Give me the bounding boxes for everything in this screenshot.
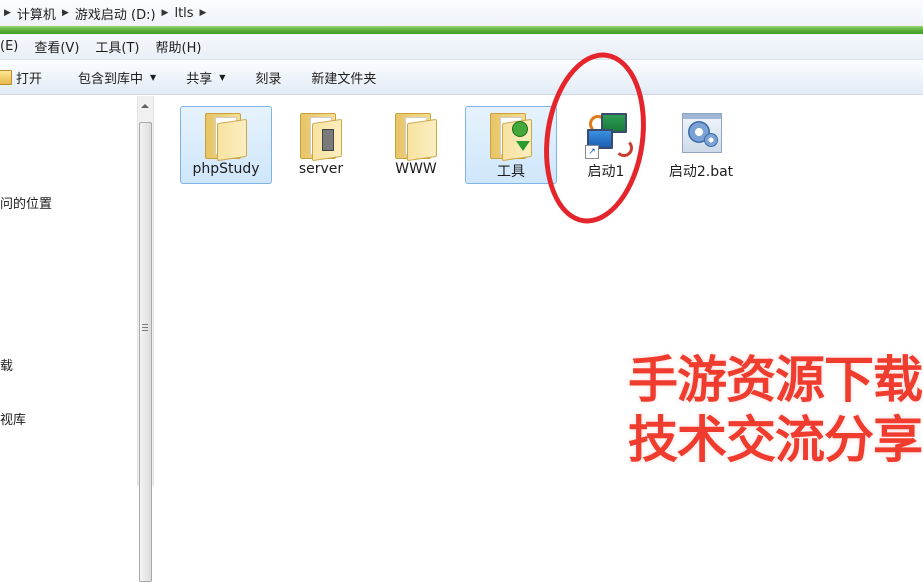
tools-folder-icon	[490, 111, 532, 162]
folder-icon	[395, 111, 437, 162]
file-label: 启动2.bat	[668, 164, 734, 180]
open-label: 打开	[16, 72, 43, 87]
menu-edit[interactable]: (E)	[0, 39, 18, 54]
menu-view[interactable]: 查看(V)	[34, 37, 79, 56]
new-folder-button[interactable]: 新建文件夹	[311, 68, 376, 87]
address-bar[interactable]: ▶ 计算机 ▶ 游戏启动 (D:) ▶ ltls ▶	[0, 0, 923, 26]
download-arrow-icon	[516, 141, 530, 151]
file-label: WWW	[395, 161, 437, 177]
watermark-line-1: 手游资源下载	[628, 351, 923, 409]
address-progress-bar	[0, 26, 923, 34]
chevron-down-icon: ▼	[150, 73, 157, 82]
new-folder-label: 新建文件夹	[311, 72, 377, 87]
command-bar: 打开 包含到库中 ▼ 共享 ▼ 刻录 新建文件夹	[0, 61, 923, 95]
menu-tools[interactable]: 工具(T)	[95, 37, 139, 56]
open-folder-icon	[0, 70, 12, 85]
nav-item-downloads[interactable]: 载	[0, 355, 13, 374]
breadcrumb-chevron-icon[interactable]: ▶	[162, 8, 169, 18]
include-library-label: 包含到库中	[78, 72, 144, 87]
breadcrumb-chevron-icon[interactable]: ▶	[62, 8, 69, 18]
nav-item-videos-library[interactable]: 视库	[0, 409, 26, 428]
navigation-pane: 问的位置 载 视库	[0, 96, 136, 486]
share-button[interactable]: 共享 ▼	[186, 68, 225, 87]
breadcrumb-drive[interactable]: 游戏启动 (D:)	[75, 4, 156, 23]
nav-item-recent-places[interactable]: 问的位置	[0, 193, 52, 212]
file-label: server	[298, 161, 344, 177]
menu-help[interactable]: 帮助(H)	[156, 37, 202, 56]
share-label: 共享	[186, 72, 213, 87]
file-item-www[interactable]: WWW	[370, 106, 462, 184]
file-item-start2-bat[interactable]: 启动2.bat	[655, 106, 747, 184]
file-label: phpStudy	[192, 161, 260, 177]
file-item-server[interactable]: server	[275, 106, 367, 184]
breadcrumb-folder[interactable]: ltls	[174, 6, 193, 21]
folder-icon	[300, 111, 342, 162]
batch-file-gear-icon	[682, 113, 722, 153]
menu-bar: (E) 查看(V) 工具(T) 帮助(H)	[0, 34, 923, 60]
watermark: 手游资源下载 技术交流分享	[622, 346, 923, 486]
burn-button[interactable]: 刻录	[255, 68, 281, 87]
include-library-button[interactable]: 包含到库中 ▼	[78, 68, 156, 87]
watermark-line-2: 技术交流分享	[628, 411, 923, 469]
bug-icon	[512, 121, 528, 137]
open-button[interactable]: 打开	[0, 68, 42, 87]
chevron-down-icon: ▼	[219, 73, 226, 82]
folder-icon	[205, 111, 247, 162]
file-item-phpstudy[interactable]: phpStudy	[180, 106, 272, 184]
scrollbar-thumb[interactable]	[139, 122, 152, 582]
scroll-up-icon[interactable]	[141, 104, 149, 108]
burn-label: 刻录	[255, 72, 282, 87]
breadcrumb-computer[interactable]: 计算机	[17, 4, 56, 23]
file-label: 工具	[497, 164, 525, 180]
nav-scrollbar[interactable]	[137, 96, 154, 582]
breadcrumb-chevron-icon[interactable]: ▶	[4, 8, 11, 18]
breadcrumb-chevron-icon[interactable]: ▶	[200, 8, 207, 18]
scrollbar-grip-icon	[142, 324, 148, 333]
